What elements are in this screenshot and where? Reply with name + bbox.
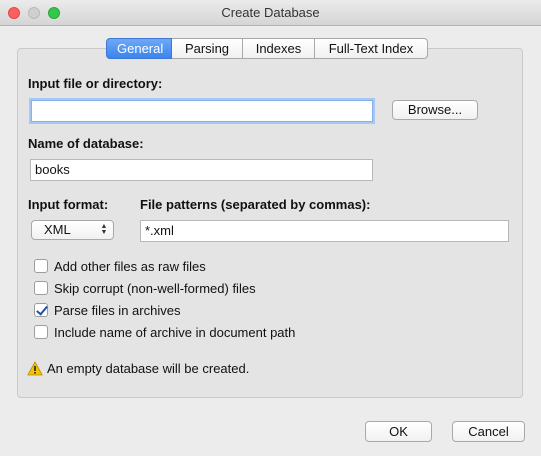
select-arrows-icon: ▲ ▼ [100,223,108,236]
tab-parsing[interactable]: Parsing [172,38,243,59]
option-skip-corrupt[interactable]: Skip corrupt (non-well-formed) files [34,279,256,297]
browse-button[interactable]: Browse... [392,100,478,120]
skip-corrupt-label: Skip corrupt (non-well-formed) files [54,280,256,296]
file-patterns-label: File patterns (separated by commas): [140,197,371,212]
option-include-archive-name[interactable]: Include name of archive in document path [34,323,295,341]
title-bar[interactable]: Create Database [0,0,541,26]
warning-icon [27,361,43,376]
skip-corrupt-checkbox[interactable] [34,281,48,295]
tab-general[interactable]: General [106,38,172,59]
cancel-button[interactable]: Cancel [452,421,525,442]
tab-indexes[interactable]: Indexes [243,38,315,59]
input-path-label: Input file or directory: [28,76,163,91]
add-raw-files-label: Add other files as raw files [54,258,206,274]
input-format-value: XML [44,222,71,237]
option-parse-archives[interactable]: Parse files in archives [34,301,180,319]
tab-full-text-index[interactable]: Full-Text Index [315,38,428,59]
database-name-label: Name of database: [28,136,144,151]
create-database-dialog: Create Database General Parsing Indexes … [0,0,541,456]
file-patterns-field[interactable]: *.xml [140,220,509,242]
input-path-field[interactable] [31,100,373,122]
parse-archives-label: Parse files in archives [54,302,181,318]
option-add-raw-files[interactable]: Add other files as raw files [34,257,206,275]
tab-bar: General Parsing Indexes Full-Text Index [106,38,428,59]
add-raw-files-checkbox[interactable] [34,259,48,273]
status-message: An empty database will be created. [27,361,249,376]
parse-archives-checkbox[interactable] [34,303,48,317]
input-format-label: Input format: [28,197,109,212]
window-title: Create Database [221,5,320,20]
include-archive-name-checkbox[interactable] [34,325,48,339]
input-format-select[interactable]: XML ▲ ▼ [31,220,114,240]
status-text: An empty database will be created. [47,361,250,376]
database-name-field[interactable]: books [30,159,373,181]
include-archive-name-label: Include name of archive in document path [54,324,296,340]
ok-button[interactable]: OK [365,421,432,442]
